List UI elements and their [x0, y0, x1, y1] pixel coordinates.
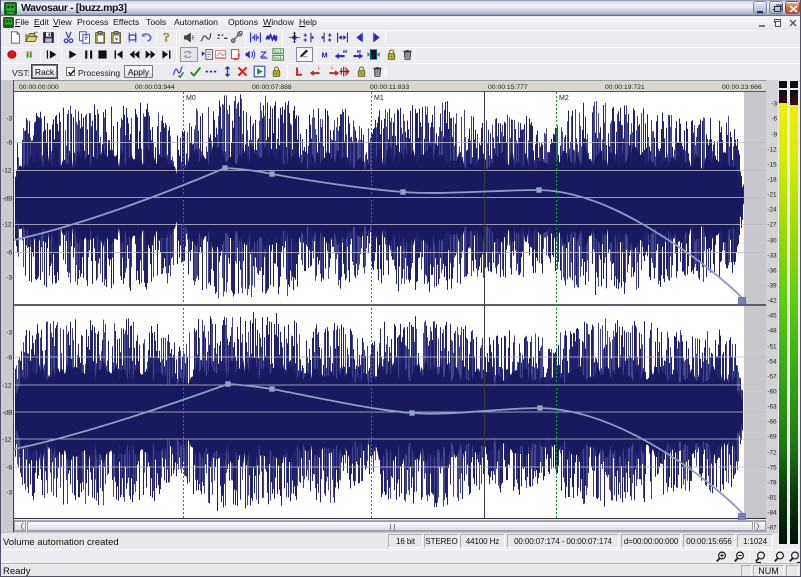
svg-text:M2: M2: [559, 95, 569, 102]
svg-text:M1: M1: [374, 95, 384, 102]
svg-text:M0: M0: [186, 95, 196, 102]
svg-text:M: M: [321, 50, 327, 59]
svg-text:M: M: [357, 49, 361, 55]
svg-text:kick: kick: [274, 55, 282, 60]
svg-text:M: M: [343, 49, 347, 55]
svg-text:kick: kick: [274, 49, 282, 54]
svg-text:┴: ┴: [329, 65, 334, 72]
svg-text:?: ?: [163, 30, 170, 43]
svg-text:┴: ┴: [316, 65, 321, 72]
